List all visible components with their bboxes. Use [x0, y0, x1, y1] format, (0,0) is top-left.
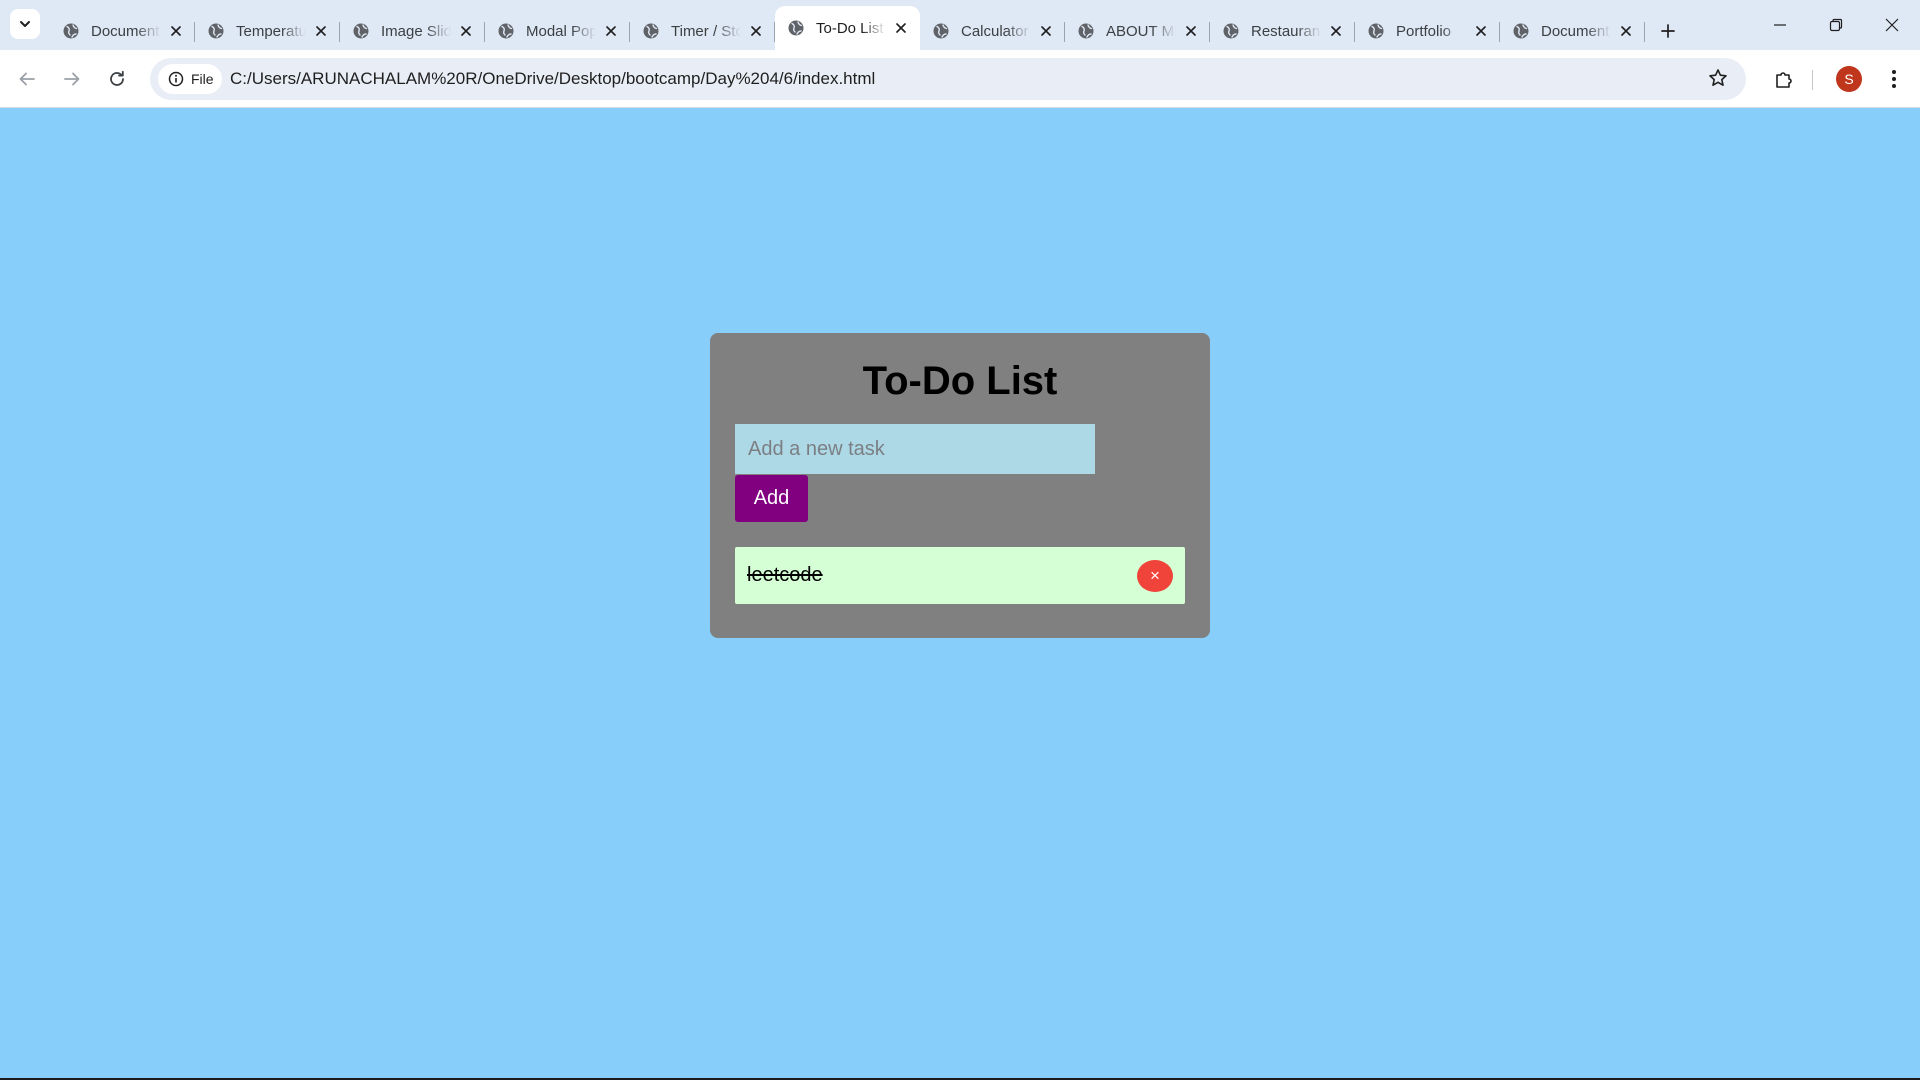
- tab-title: Document: [91, 22, 160, 40]
- tab-close-button[interactable]: [1617, 22, 1635, 40]
- browser-tab[interactable]: Temperature: [195, 12, 340, 50]
- close-icon: [606, 26, 616, 36]
- minimize-button[interactable]: [1752, 0, 1808, 50]
- globe-icon: [933, 23, 949, 39]
- close-icon: [1621, 26, 1631, 36]
- restore-button[interactable]: [1808, 0, 1864, 50]
- tab-title: Modal Popup: [526, 22, 596, 40]
- task-list: leetcode ×: [735, 547, 1185, 604]
- site-info-chip[interactable]: File: [158, 64, 222, 94]
- close-icon: [171, 26, 181, 36]
- tab-close-button[interactable]: [892, 19, 910, 37]
- tab-close-button[interactable]: [1327, 22, 1345, 40]
- info-icon: [168, 71, 184, 87]
- globe-icon: [1078, 23, 1094, 39]
- bookmark-button[interactable]: [1708, 68, 1728, 93]
- toolbar-divider: [1812, 70, 1813, 90]
- globe-icon: [63, 23, 79, 39]
- globe-icon: [643, 23, 659, 39]
- back-button[interactable]: [11, 63, 43, 95]
- browser-tab[interactable]: Document: [1500, 12, 1645, 50]
- extensions-button[interactable]: [1768, 63, 1800, 95]
- globe-icon: [208, 23, 224, 39]
- globe-icon: [1368, 23, 1384, 39]
- browser-tab[interactable]: Image Slider: [340, 12, 485, 50]
- task-text[interactable]: leetcode: [747, 564, 823, 587]
- task-input[interactable]: [735, 424, 1095, 474]
- browser-toolbar: File C:/Users/ARUNACHALAM%20R/OneDrive/D…: [0, 50, 1920, 108]
- tab-title: Calculator: [961, 22, 1029, 40]
- tab-close-button[interactable]: [312, 22, 330, 40]
- tab-title: Document: [1541, 22, 1610, 40]
- arrow-right-icon: [64, 72, 80, 86]
- tab-close-button[interactable]: [1037, 22, 1055, 40]
- url-text[interactable]: C:/Users/ARUNACHALAM%20R/OneDrive/Deskto…: [230, 69, 875, 89]
- tab-close-button[interactable]: [747, 22, 765, 40]
- close-icon: [1885, 18, 1899, 32]
- tab-title: Portfolio: [1396, 22, 1452, 40]
- globe-icon: [788, 20, 804, 36]
- browser-menu-button[interactable]: [1878, 63, 1910, 95]
- browser-tab[interactable]: Calculator: [920, 12, 1065, 50]
- browser-tab[interactable]: Document: [50, 12, 195, 50]
- tab-close-button[interactable]: [1472, 22, 1490, 40]
- site-chip-label: File: [191, 71, 214, 87]
- browser-tab[interactable]: ABOUT ME: [1065, 12, 1210, 50]
- close-icon: [461, 26, 471, 36]
- close-icon: [1041, 26, 1051, 36]
- tab-title: Image Slider: [381, 22, 451, 40]
- star-icon: [1709, 69, 1727, 86]
- close-icon: [1476, 26, 1486, 36]
- browser-tab[interactable]: Modal Popup: [485, 12, 630, 50]
- new-tab-button[interactable]: [1653, 16, 1683, 46]
- globe-icon: [353, 23, 369, 39]
- tab-list: Document Temperature Image Slider Modal Pop…: [50, 6, 1683, 50]
- kebab-menu-icon: [1892, 70, 1896, 88]
- profile-avatar[interactable]: S: [1836, 66, 1862, 92]
- todo-container: To-Do List Add leetcode ×: [710, 333, 1210, 638]
- tab-close-button[interactable]: [602, 22, 620, 40]
- tab-close-button[interactable]: [167, 22, 185, 40]
- window-controls: [1752, 0, 1920, 50]
- task-item[interactable]: leetcode ×: [735, 547, 1185, 604]
- browser-tab[interactable]: To-Do List: [775, 6, 920, 50]
- forward-button[interactable]: [56, 63, 88, 95]
- tab-title: To-Do List: [816, 19, 884, 37]
- delete-task-button[interactable]: ×: [1137, 559, 1173, 592]
- globe-icon: [498, 23, 514, 39]
- globe-icon: [1223, 23, 1239, 39]
- tab-title: Timer / Stopwatch: [671, 22, 741, 40]
- arrow-left-icon: [19, 72, 35, 86]
- add-task-button[interactable]: Add: [735, 475, 808, 522]
- tab-close-button[interactable]: [457, 22, 475, 40]
- tab-search-button[interactable]: [10, 9, 40, 39]
- close-icon: [1186, 26, 1196, 36]
- tab-title: Restaurant: [1251, 22, 1321, 40]
- tab-close-button[interactable]: [1182, 22, 1200, 40]
- restore-icon: [1829, 18, 1843, 32]
- close-icon: [316, 26, 326, 36]
- puzzle-icon: [1776, 72, 1792, 88]
- globe-icon: [1513, 23, 1529, 39]
- browser-tab[interactable]: Timer / Stopwatch: [630, 12, 775, 50]
- tab-separator: [1644, 22, 1645, 42]
- browser-tab[interactable]: Restaurant: [1210, 12, 1355, 50]
- chevron-down-icon: [20, 21, 30, 27]
- address-bar[interactable]: File C:/Users/ARUNACHALAM%20R/OneDrive/D…: [150, 58, 1746, 100]
- tab-title: Temperature: [236, 22, 306, 40]
- window-close-button[interactable]: [1864, 0, 1920, 50]
- reload-button[interactable]: [101, 63, 133, 95]
- tab-title: ABOUT ME: [1106, 22, 1176, 40]
- minimize-icon: [1774, 24, 1786, 26]
- tab-strip: Document Temperature Image Slider Modal Pop…: [0, 0, 1920, 50]
- browser-tab[interactable]: Portfolio: [1355, 12, 1500, 50]
- plus-icon: [1661, 24, 1675, 38]
- close-icon: [1331, 26, 1341, 36]
- close-icon: [896, 23, 906, 33]
- close-icon: [751, 26, 761, 36]
- reload-icon: [110, 70, 124, 86]
- page-title: To-Do List: [862, 359, 1058, 403]
